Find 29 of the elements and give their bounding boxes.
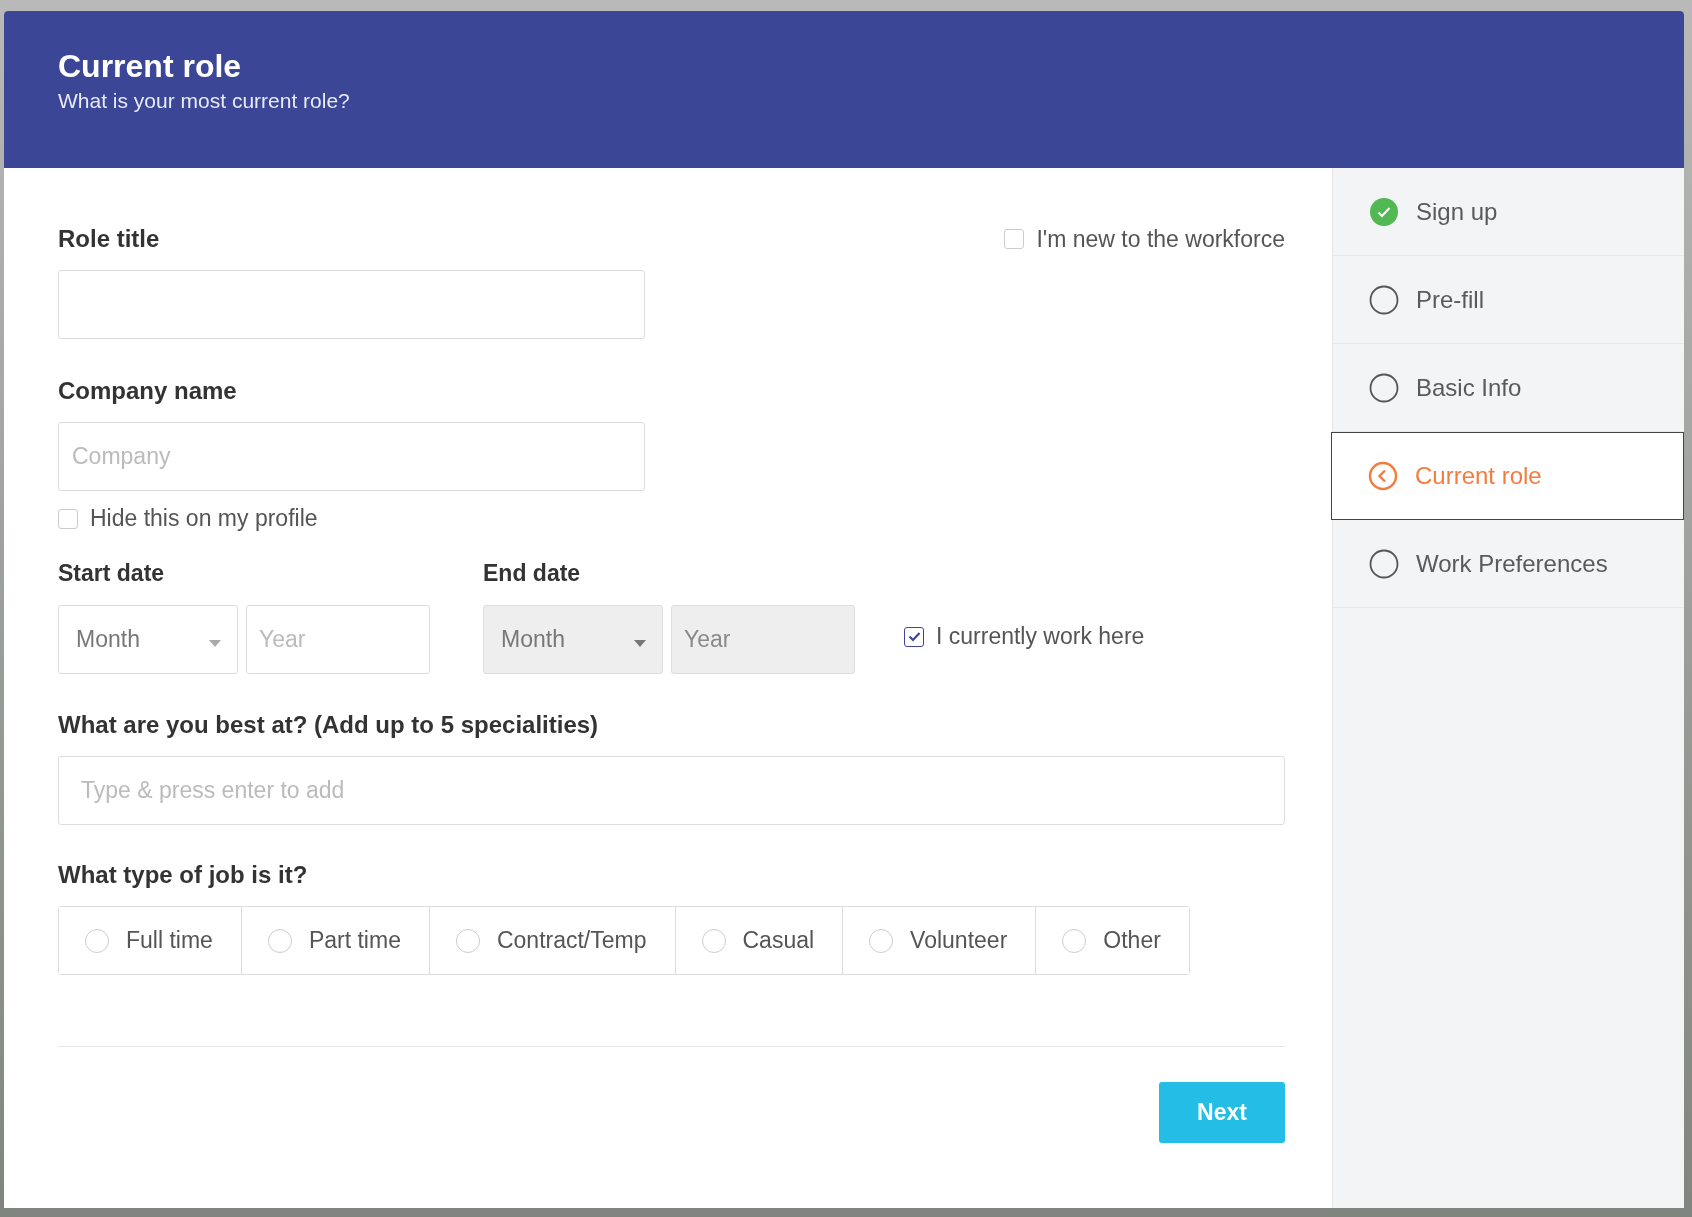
step-item[interactable]: Work Preferences <box>1333 520 1684 608</box>
empty-circle-icon <box>1369 548 1399 579</box>
page-subtitle: What is your most current role? <box>58 89 351 113</box>
check-circle-icon <box>1369 196 1399 227</box>
empty-circle-icon <box>1369 372 1399 403</box>
field-label: Start date <box>58 560 166 587</box>
checkbox-label: Hide this on my profile <box>90 505 318 532</box>
field-label: What type of job is it? <box>58 861 309 889</box>
empty-circle-icon <box>1369 284 1399 315</box>
checkbox[interactable] <box>904 626 924 647</box>
year-field[interactable]: Year <box>246 605 430 674</box>
specialities-field[interactable]: Type & press enter to add <box>58 756 1285 825</box>
field-label: End date <box>483 560 582 587</box>
field-label: Company name <box>58 377 238 405</box>
caret-icon <box>634 640 646 647</box>
page-title: Current role <box>58 48 243 85</box>
job-type-option[interactable]: Full time <box>59 907 242 974</box>
step-item[interactable]: Pre-fill <box>1333 256 1684 344</box>
checkbox-label: I currently work here <box>936 623 1145 650</box>
role-title-field[interactable] <box>58 270 645 339</box>
chevron-circle-icon <box>1368 461 1398 491</box>
field-label: Role title <box>58 225 160 253</box>
caret-icon <box>209 640 221 647</box>
field-label: What are you best at? (Add up to 5 specialities) <box>58 711 600 739</box>
checkbox-label: I'm new to the workforce <box>1036 225 1285 253</box>
company-field[interactable]: Company <box>58 422 645 491</box>
step-item[interactable]: Sign up <box>1333 168 1684 256</box>
check-icon <box>907 631 921 642</box>
month-select[interactable]: Month <box>58 605 238 674</box>
